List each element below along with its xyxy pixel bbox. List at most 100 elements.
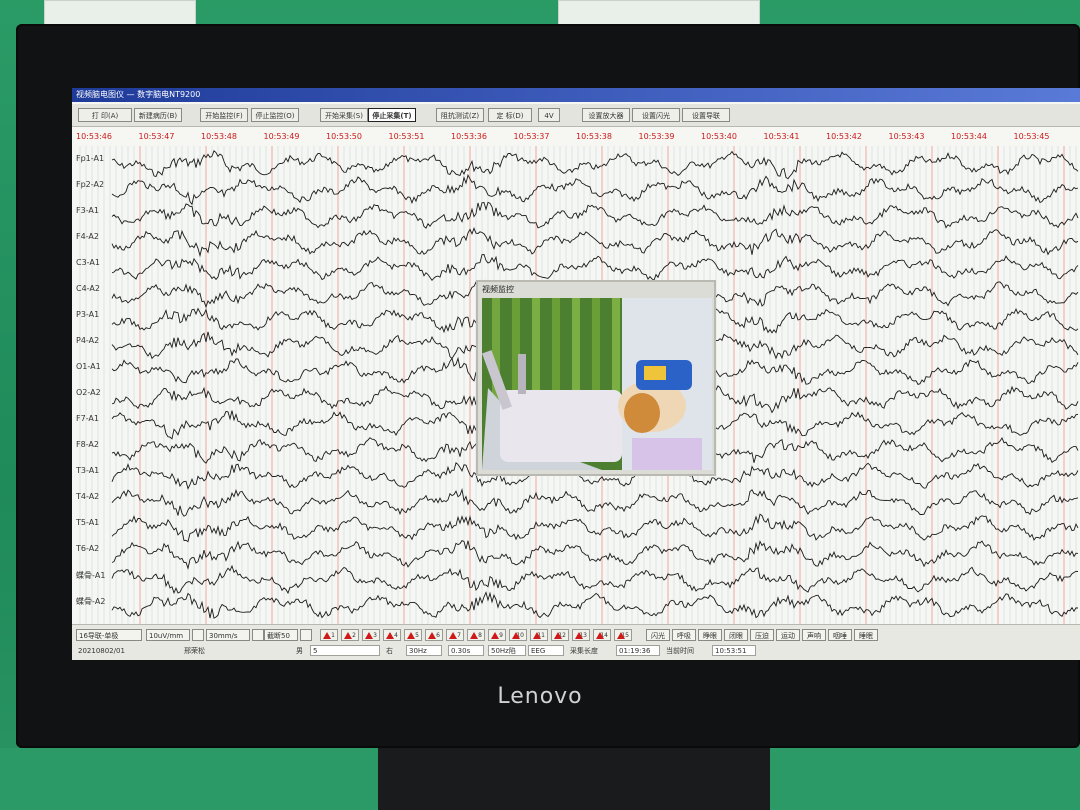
speed-spin[interactable]: [252, 629, 264, 641]
stim-sleep-button[interactable]: 睡眠: [854, 629, 878, 641]
marker-button[interactable]: 8: [467, 629, 485, 641]
wall-paper-note: [44, 0, 196, 26]
time-label: 10:53:45: [1013, 132, 1050, 141]
wall-paper-note: [558, 0, 760, 26]
eeg-trace: [111, 513, 1079, 543]
sensitivity-spin[interactable]: [192, 629, 204, 641]
marker-button[interactable]: 1: [320, 629, 338, 641]
video-monitor-panel[interactable]: 视频监控: [476, 280, 716, 476]
time-label: 10:53:40: [701, 132, 737, 141]
stim-sound-button[interactable]: 声响: [802, 629, 826, 641]
time-label: 10:53:38: [576, 132, 612, 141]
channel-label: F7-A1: [76, 414, 99, 423]
stim-breath-button[interactable]: 呼吸: [672, 629, 696, 641]
eeg-trace: [111, 564, 1079, 595]
monitor-stand: [378, 748, 770, 810]
channel-label: T5-A1: [76, 518, 100, 527]
current-time-label: 当前时间: [666, 647, 694, 655]
stim-flash-button[interactable]: 闪光: [646, 629, 670, 641]
patient-sex: 男: [296, 647, 303, 655]
time-constant: 0.30s: [448, 645, 484, 656]
marker-button[interactable]: 4: [383, 629, 401, 641]
marker-button[interactable]: 6: [425, 629, 443, 641]
stim-motion-button[interactable]: 运动: [776, 629, 800, 641]
stim-press-button[interactable]: 压迫: [750, 629, 774, 641]
time-label: 10:53:49: [263, 132, 300, 141]
stop-acquire-button[interactable]: 停止采集(T): [368, 108, 416, 122]
stim-eyes-closed-button[interactable]: 闭眼: [724, 629, 748, 641]
montage-select[interactable]: 16导联-单极: [76, 629, 142, 641]
marker-button[interactable]: 3: [362, 629, 380, 641]
marker-button[interactable]: 11: [530, 629, 548, 641]
amplifier-settings-button[interactable]: 设置放大器: [582, 108, 630, 122]
patient-age: 5: [310, 645, 380, 656]
time-label: 10:53:48: [201, 132, 237, 141]
marker-button[interactable]: 13: [572, 629, 590, 641]
sensitivity-select[interactable]: 10uV/mm: [146, 629, 190, 641]
montage-settings-button[interactable]: 设置导联: [682, 108, 730, 122]
bottom-control-bar: 16导联-单极 10uV/mm 30mm/s 截断50 1 2 3 4 5 6 …: [72, 624, 1080, 660]
video-panel-title: 视频监控: [482, 285, 514, 294]
channel-label: F3-A1: [76, 206, 99, 215]
channel-label: Fp2-A2: [76, 180, 105, 189]
window-title: 视频脑电图仪 — 数字脑电NT9200: [72, 88, 1080, 102]
acquisition-length-value: 01:19:36: [616, 645, 660, 656]
time-label: 10:53:41: [763, 132, 800, 141]
speed-select[interactable]: 30mm/s: [206, 629, 250, 641]
marker-button[interactable]: 7: [446, 629, 464, 641]
channel-label: T6-A2: [76, 544, 100, 553]
channel-label: T3-A1: [76, 466, 100, 475]
channel-label: T4-A2: [76, 492, 100, 501]
marker-button[interactable]: 15: [614, 629, 632, 641]
eeg-trace: [111, 591, 1079, 619]
channel-label: F8-A2: [76, 440, 99, 449]
print-button[interactable]: 打 印(A): [78, 108, 132, 122]
time-label: 10:53:37: [513, 132, 550, 141]
patient-video-image: [482, 298, 712, 470]
high-cut-filter: 30Hz: [406, 645, 442, 656]
record-id: 20210802/01: [78, 647, 125, 655]
eeg-trace: [111, 254, 1079, 282]
channel-label: C4-A2: [76, 284, 100, 293]
channel-label: 蝶骨-A1: [76, 571, 106, 580]
start-monitor-button[interactable]: 开始监控(F): [200, 108, 248, 122]
signal-type: EEG: [528, 645, 564, 656]
acquisition-length-label: 采集长度: [570, 647, 598, 655]
marker-button[interactable]: 14: [593, 629, 611, 641]
new-record-button[interactable]: 新建病历(B): [134, 108, 182, 122]
time-label: 10:53:47: [138, 132, 175, 141]
marker-button[interactable]: 2: [341, 629, 359, 641]
stim-swallow-button[interactable]: 咽唾: [828, 629, 852, 641]
channel-label: C3-A1: [76, 258, 100, 267]
filter-spin[interactable]: [300, 629, 312, 641]
impedance-test-button[interactable]: 阻抗测试(Z): [436, 108, 484, 122]
eeg-trace: [111, 201, 1079, 229]
channel-label: 蝶骨-A2: [76, 597, 106, 606]
patient-video-frame: [482, 298, 712, 470]
start-acquire-button[interactable]: 开始采集(S): [320, 108, 368, 122]
marker-button[interactable]: 10: [509, 629, 527, 641]
notch-filter: 50Hz陷: [488, 645, 526, 656]
time-label: 10:53:36: [451, 132, 487, 141]
channel-label: O2-A2: [76, 388, 101, 397]
channel-label: F4-A2: [76, 232, 99, 241]
flash-settings-button[interactable]: 设置闪光: [632, 108, 680, 122]
time-label: 10:53:46: [76, 132, 112, 141]
marker-button[interactable]: 5: [404, 629, 422, 641]
stop-monitor-button[interactable]: 停止监控(O): [251, 108, 299, 122]
stim-eyes-open-button[interactable]: 睁眼: [698, 629, 722, 641]
monitor-brand: Lenovo: [497, 684, 583, 709]
voltage-button[interactable]: 4V: [538, 108, 560, 122]
marker-button[interactable]: 9: [488, 629, 506, 641]
time-label: 10:53:51: [388, 132, 425, 141]
eeg-trace: [111, 150, 1079, 180]
time-label: 10:53:39: [638, 132, 675, 141]
channel-label: P4-A2: [76, 336, 100, 345]
marker-button[interactable]: 12: [551, 629, 569, 641]
calibrate-button[interactable]: 定 标(D): [488, 108, 532, 122]
handedness: 右: [386, 647, 393, 655]
filter-select[interactable]: 截断50: [264, 629, 298, 641]
time-label: 10:53:43: [888, 132, 925, 141]
time-label: 10:53:50: [326, 132, 362, 141]
eeg-trace: [111, 540, 1079, 570]
